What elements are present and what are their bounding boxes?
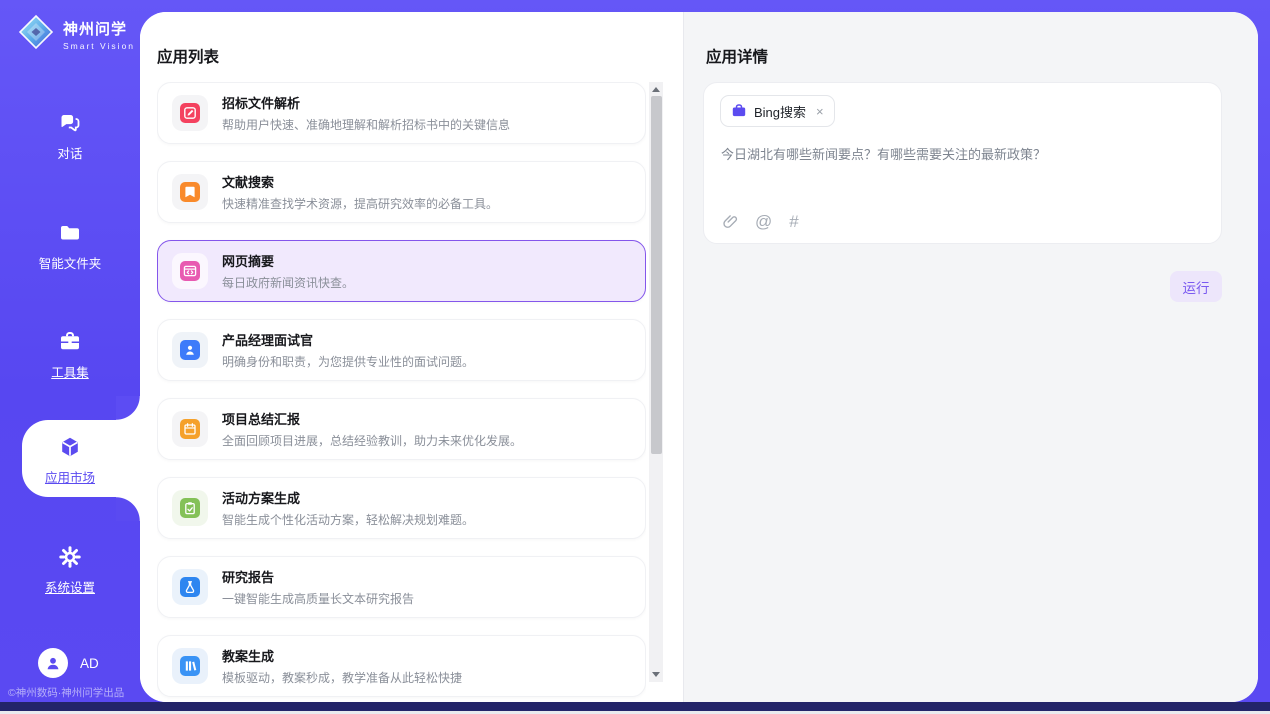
app-item-desc: 一键智能生成高质量长文本研究报告 (222, 590, 414, 607)
sidebar-item-toolset[interactable]: 工具集 (0, 329, 140, 381)
browser-code-icon (172, 253, 208, 289)
blob-top-curve (116, 396, 140, 420)
cube-icon (57, 434, 83, 460)
book-icon (172, 174, 208, 210)
input-toolbar: @# (721, 213, 799, 230)
sidebar-item-chat[interactable]: 对话 (0, 110, 140, 162)
brand-logo: 神州问学 Smart Vision (17, 13, 135, 56)
app-list-item[interactable]: 项目总结汇报 全面回顾项目进展，总结经验教训，助力未来优化发展。 (157, 398, 646, 460)
app-item-title: 活动方案生成 (222, 488, 474, 507)
query-card: Bing搜索 × 今日湖北有哪些新闻要点？有哪些需要关注的最新政策？ @# (703, 82, 1222, 244)
sidebar-item-settings[interactable]: 系统设置 (0, 544, 140, 596)
scroll-up-arrow-icon[interactable] (652, 87, 660, 92)
app-list-item[interactable]: 产品经理面试官 明确身份和职责，为您提供专业性的面试问题。 (157, 319, 646, 381)
app-list-item[interactable]: 教案生成 模板驱动，教案秒成，教学准备从此轻松快捷 (157, 635, 646, 697)
app-item-desc: 每日政府新闻资讯快查。 (222, 274, 354, 291)
scrollbar-thumb[interactable] (651, 96, 662, 454)
at-icon[interactable]: @ (755, 213, 772, 230)
briefcase-icon (731, 103, 747, 119)
sidebar: 神州问学 Smart Vision 对话 智能文件夹 工具集 应用市场 系统设置 (0, 0, 140, 703)
user-profile[interactable]: AD (38, 648, 99, 678)
books-icon (172, 648, 208, 684)
main-content: 应用列表 招标文件解析 帮助用户快速、准确地理解和解析招标书中的关键信息 文献搜… (140, 12, 1258, 702)
app-item-title: 招标文件解析 (222, 93, 510, 112)
chat-icon (57, 110, 83, 136)
app-detail-panel: 应用详情 Bing搜索 × 今日湖北有哪些新闻要点？有哪些需要关注的最新政策？ … (683, 12, 1258, 702)
hash-icon[interactable]: # (789, 213, 798, 230)
app-item-title: 网页摘要 (222, 251, 354, 270)
app-item-title: 研究报告 (222, 567, 414, 586)
tool-tag-label: Bing搜索 (754, 102, 806, 121)
user-name: AD (80, 656, 99, 671)
blob-bottom-curve (116, 497, 140, 521)
app-item-desc: 智能生成个性化活动方案，轻松解决规划难题。 (222, 511, 474, 528)
tag-close-icon[interactable]: × (816, 104, 824, 119)
calendar-icon (172, 411, 208, 447)
sidebar-item-smart-folder[interactable]: 智能文件夹 (0, 220, 140, 272)
app-list-item[interactable]: 活动方案生成 智能生成个性化活动方案，轻松解决规划难题。 (157, 477, 646, 539)
scroll-down-arrow-icon[interactable] (652, 672, 660, 677)
app-list-item[interactable]: 网页摘要 每日政府新闻资讯快查。 (157, 240, 646, 302)
app-list-item[interactable]: 研究报告 一键智能生成高质量长文本研究报告 (157, 556, 646, 618)
app-window: 神州问学 Smart Vision 对话 智能文件夹 工具集 应用市场 系统设置 (0, 0, 1270, 714)
app-item-desc: 快速精准查找学术资源，提高研究效率的必备工具。 (222, 195, 498, 212)
diamond-logo-icon (17, 13, 55, 56)
clipboard-check-icon (172, 490, 208, 526)
app-item-title: 项目总结汇报 (222, 409, 522, 428)
query-text[interactable]: 今日湖北有哪些新闻要点？有哪些需要关注的最新政策？ (721, 145, 1201, 165)
app-item-title: 文献搜索 (222, 172, 498, 191)
gear-icon (57, 544, 83, 570)
toolbox-icon (57, 329, 83, 355)
app-item-desc: 模板驱动，教案秒成，教学准备从此轻松快捷 (222, 669, 462, 686)
app-list: 招标文件解析 帮助用户快速、准确地理解和解析招标书中的关键信息 文献搜索 快速精… (157, 82, 646, 702)
copyright: ©神州数码·神州问学出品 (8, 685, 124, 700)
doc-edit-icon (172, 95, 208, 131)
app-list-scrollbar[interactable] (649, 82, 663, 682)
tool-tag-bing-search[interactable]: Bing搜索 × (720, 95, 835, 127)
app-item-title: 产品经理面试官 (222, 330, 474, 349)
app-item-title: 教案生成 (222, 646, 462, 665)
folder-icon (57, 220, 83, 246)
app-list-item[interactable]: 招标文件解析 帮助用户快速、准确地理解和解析招标书中的关键信息 (157, 82, 646, 144)
person-doc-icon (172, 332, 208, 368)
app-item-desc: 全面回顾项目进展，总结经验教训，助力未来优化发展。 (222, 432, 522, 449)
app-list-panel: 应用列表 招标文件解析 帮助用户快速、准确地理解和解析招标书中的关键信息 文献搜… (140, 12, 683, 702)
brand-title: 神州问学 (63, 18, 135, 39)
paperclip-icon[interactable] (721, 213, 738, 230)
app-detail-title: 应用详情 (706, 45, 768, 67)
sidebar-item-app-market[interactable]: 应用市场 (0, 434, 140, 486)
app-list-item[interactable]: 文献搜索 快速精准查找学术资源，提高研究效率的必备工具。 (157, 161, 646, 223)
app-item-desc: 帮助用户快速、准确地理解和解析招标书中的关键信息 (222, 116, 510, 133)
flask-icon (172, 569, 208, 605)
user-icon (38, 648, 68, 678)
window-bottom-bar (0, 702, 1270, 711)
app-item-desc: 明确身份和职责，为您提供专业性的面试问题。 (222, 353, 474, 370)
brand-subtitle: Smart Vision (63, 41, 135, 51)
app-list-title: 应用列表 (157, 45, 219, 67)
run-button[interactable]: 运行 (1170, 271, 1222, 302)
